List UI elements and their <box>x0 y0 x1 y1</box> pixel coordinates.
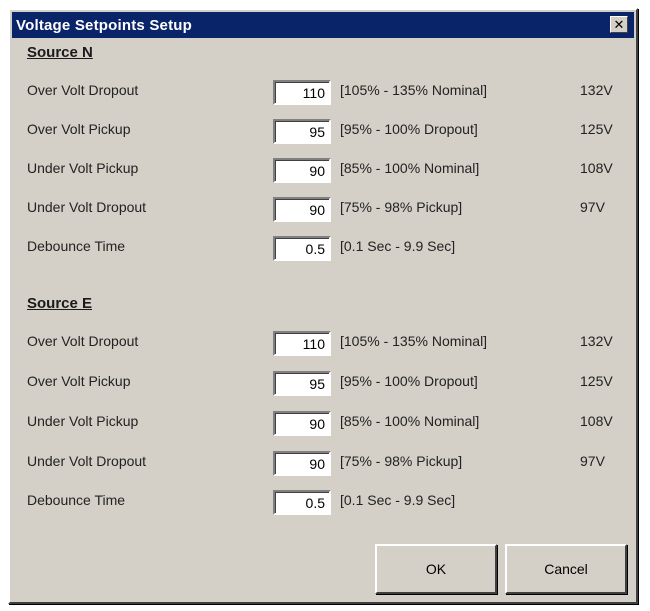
source-n-under-volt-dropout-label: Under Volt Dropout <box>27 199 147 215</box>
source-n-under-volt-pickup-volts: 108V <box>580 160 613 176</box>
source-e-over-volt-pickup-label: Over Volt Pickup <box>27 373 131 389</box>
source-n-debounce-time-label: Debounce Time <box>27 238 126 254</box>
source-n-over-volt-pickup-label: Over Volt Pickup <box>27 121 131 137</box>
source-n-under-volt-dropout-range: [75% - 98% Pickup] <box>340 199 463 215</box>
source-e-debounce-time-input[interactable] <box>273 490 331 515</box>
source-e-under-volt-pickup-input[interactable] <box>273 411 331 436</box>
source-e-over-volt-dropout-input[interactable] <box>273 331 331 356</box>
source-e-over-volt-pickup-range: [95% - 100% Dropout] <box>340 373 478 389</box>
source-e-over-volt-pickup-input[interactable] <box>273 371 331 396</box>
source-e-under-volt-pickup-label: Under Volt Pickup <box>27 413 139 429</box>
close-button[interactable]: ✕ <box>610 16 628 33</box>
cancel-button[interactable]: Cancel <box>505 544 627 594</box>
source-n-under-volt-pickup-range: [85% - 100% Nominal] <box>340 160 480 176</box>
source-n-debounce-time-range: [0.1 Sec - 9.9 Sec] <box>340 238 456 254</box>
source-e-over-volt-dropout-volts: 132V <box>580 333 613 349</box>
source-e-over-volt-dropout-range: [105% - 135% Nominal] <box>340 333 488 349</box>
source-n-under-volt-pickup-input[interactable] <box>273 158 331 183</box>
source-e-under-volt-dropout-label: Under Volt Dropout <box>27 453 147 469</box>
source-n-over-volt-dropout-range: [105% - 135% Nominal] <box>340 82 488 98</box>
title-bar[interactable]: Voltage Setpoints Setup ✕ <box>12 12 634 38</box>
source-e-over-volt-pickup-volts: 125V <box>580 373 613 389</box>
section-heading-source-e: Source E <box>27 295 93 312</box>
source-n-over-volt-dropout-input[interactable] <box>273 80 331 105</box>
source-e-under-volt-dropout-input[interactable] <box>273 451 331 476</box>
source-n-over-volt-dropout-label: Over Volt Dropout <box>27 82 139 98</box>
source-e-under-volt-pickup-range: [85% - 100% Nominal] <box>340 413 480 429</box>
source-e-under-volt-dropout-volts: 97V <box>580 453 605 469</box>
source-e-over-volt-dropout-label: Over Volt Dropout <box>27 333 139 349</box>
source-n-over-volt-dropout-volts: 132V <box>580 82 613 98</box>
voltage-setpoints-dialog: Voltage Setpoints Setup ✕ Source N Over … <box>8 8 638 604</box>
source-e-under-volt-pickup-volts: 108V <box>580 413 613 429</box>
source-n-over-volt-pickup-volts: 125V <box>580 121 613 137</box>
ok-button[interactable]: OK <box>375 544 497 594</box>
close-icon: ✕ <box>613 17 625 32</box>
section-heading-source-n: Source N <box>27 44 93 61</box>
dialog-title: Voltage Setpoints Setup <box>16 16 193 34</box>
source-n-under-volt-dropout-input[interactable] <box>273 197 331 222</box>
source-n-over-volt-pickup-input[interactable] <box>273 119 331 144</box>
source-e-debounce-time-label: Debounce Time <box>27 492 126 508</box>
source-e-debounce-time-range: [0.1 Sec - 9.9 Sec] <box>340 492 456 508</box>
source-n-under-volt-pickup-label: Under Volt Pickup <box>27 160 139 176</box>
source-e-under-volt-dropout-range: [75% - 98% Pickup] <box>340 453 463 469</box>
source-n-over-volt-pickup-range: [95% - 100% Dropout] <box>340 121 478 137</box>
source-n-under-volt-dropout-volts: 97V <box>580 199 605 215</box>
source-n-debounce-time-input[interactable] <box>273 236 331 261</box>
